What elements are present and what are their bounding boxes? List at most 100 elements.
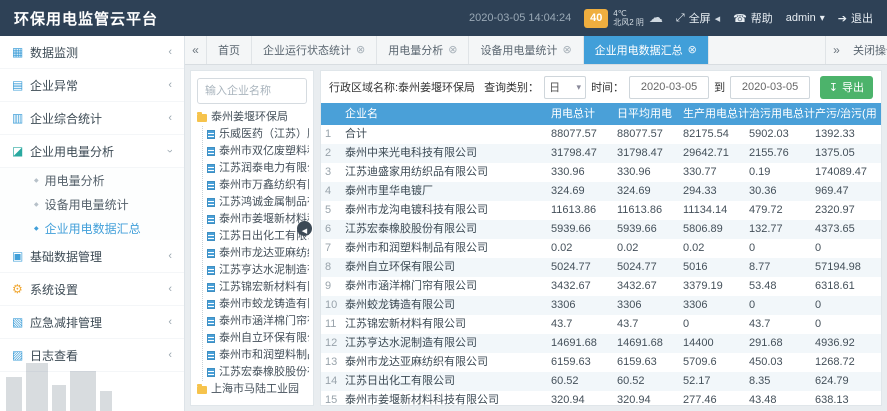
row-number: 9: [321, 277, 345, 296]
calendar-icon: [12, 45, 30, 59]
tabs-scroll-left-button[interactable]: «: [185, 36, 207, 64]
tree-node-company[interactable]: 泰州市涵洋棉门帘有限公司: [207, 313, 309, 330]
daily-average-cell: 3306: [617, 296, 683, 315]
tab[interactable]: 设备用电量统计: [469, 36, 583, 64]
production-power-cell: 3379.19: [683, 277, 749, 296]
user-menu[interactable]: admin: [786, 12, 825, 24]
daily-average-cell: 5024.77: [617, 258, 683, 277]
tab-close-icon[interactable]: [688, 45, 697, 56]
tree-node-company[interactable]: 江苏日出化工有限公司: [207, 228, 309, 245]
query-type-select[interactable]: 日: [544, 76, 586, 99]
tree-node-industrial-park[interactable]: 上海市马陆工业园: [197, 381, 309, 398]
tree-node-company[interactable]: 江苏宏泰橡胶股份有限公司: [207, 364, 309, 381]
table-row[interactable]: 14 江苏日出化工有限公司 60.52 60.52 52.17 8.35 624…: [321, 372, 881, 391]
sidebar-item-label: 应急减排管理: [30, 314, 168, 331]
building-icon: [207, 300, 215, 309]
help-button[interactable]: 帮助: [733, 10, 773, 26]
daily-average-cell: 320.94: [617, 391, 683, 405]
query-type-label: 查询类别：: [484, 79, 539, 95]
table-row[interactable]: 2 泰州中来光电科技有限公司 31798.47 31798.47 29642.7…: [321, 144, 881, 163]
cloud-icon: [649, 9, 663, 27]
date-to-input[interactable]: [730, 76, 810, 99]
daily-average-cell: 88077.57: [617, 125, 683, 144]
company-name-cell: 泰州自立环保有限公司: [345, 258, 551, 277]
column-header: 生产用电总计: [683, 103, 749, 125]
tab-close-icon[interactable]: [356, 45, 365, 56]
table-row[interactable]: 5 泰州市龙沟电镀科技有限公司 11613.86 11613.86 11134.…: [321, 201, 881, 220]
tabs-scroll-right-button[interactable]: »: [825, 36, 847, 64]
tab-close-icon[interactable]: [562, 45, 571, 56]
production-power-cell: 0: [683, 315, 749, 334]
table-row[interactable]: 10 泰州蛟龙铸造有限公司 3306 3306 3306 0 0: [321, 296, 881, 315]
daily-average-cell: 43.7: [617, 315, 683, 334]
tree-node-company[interactable]: 江苏鸿诚金属制品有限公司: [207, 194, 309, 211]
tree-collapse-button[interactable]: [297, 221, 312, 236]
tree-node-bureau[interactable]: 泰州姜堰环保局: [197, 109, 309, 126]
table-row[interactable]: 8 泰州自立环保有限公司 5024.77 5024.77 5016 8.77 5…: [321, 258, 881, 277]
tree-node-company[interactable]: 泰州市万鑫纺织有限公司: [207, 177, 309, 194]
fullscreen-button[interactable]: 全屏: [676, 10, 720, 26]
sidebar-item-data-monitoring[interactable]: 数据监测: [0, 36, 184, 69]
sidebar-item-base-data[interactable]: 基础数据管理: [0, 240, 184, 273]
row-number: 6: [321, 220, 345, 239]
table-row[interactable]: 12 江苏亨达水泥制造有限公司 14691.68 14691.68 14400 …: [321, 334, 881, 353]
table-header: 企业名 用电总计 日平均用电 生产用电总计 治污用电总计 产污/治污(用: [321, 103, 881, 125]
sidebar-item-enterprise-abnormal[interactable]: 企业异常: [0, 69, 184, 102]
building-icon: [207, 283, 215, 292]
company-search-input[interactable]: [197, 78, 307, 104]
table-row[interactable]: 6 江苏宏泰橡胶股份有限公司 5939.66 5939.66 5806.89 1…: [321, 220, 881, 239]
daily-average-cell: 324.69: [617, 182, 683, 201]
sidebar-item-log-view[interactable]: 日志查看: [0, 339, 184, 372]
diamond-bullet-icon: [34, 201, 39, 208]
tree-node-company[interactable]: 泰州市和润塑料制品有限公司: [207, 347, 309, 364]
table-row[interactable]: 15 泰州市姜堰新材料科技有限公司 320.94 320.94 277.46 4…: [321, 391, 881, 405]
export-button[interactable]: 导出: [820, 76, 873, 99]
row-number: 14: [321, 372, 345, 391]
sidebar-item-enterprise-stats[interactable]: 企业综合统计: [0, 102, 184, 135]
tree-node-company[interactable]: 乐威医药（江苏）股份有限公司: [207, 126, 309, 143]
sidebar-subitem-power-analysis[interactable]: 用电量分析: [0, 168, 184, 192]
production-power-cell: 330.77: [683, 163, 749, 182]
daily-average-cell: 0.02: [617, 239, 683, 258]
diamond-bullet-icon: [34, 225, 39, 232]
tab-close-icon[interactable]: [448, 45, 457, 56]
sidebar-item-system-settings[interactable]: 系统设置: [0, 273, 184, 306]
company-name-cell: 泰州市里华电镀厂: [345, 182, 551, 201]
column-header: 用电总计: [551, 103, 617, 125]
tree-node-company[interactable]: 泰州市姜堰新材料科技有限公司: [207, 211, 309, 228]
region-name-label: 行政区域名称:泰州姜堰环保局: [329, 79, 475, 95]
table-row[interactable]: 13 泰州市龙达亚麻纺织有限公司 6159.63 6159.63 5709.6 …: [321, 353, 881, 372]
tree-node-company[interactable]: 江苏锦宏新材料有限公司: [207, 279, 309, 296]
tree-node-company[interactable]: 泰州市龙达亚麻纺织有限公司: [207, 245, 309, 262]
tab[interactable]: 用电量分析: [377, 36, 469, 64]
tab[interactable]: 首页: [207, 36, 252, 64]
table-row[interactable]: 3 江苏迪盛家用纺织品有限公司 330.96 330.96 330.77 0.1…: [321, 163, 881, 182]
tree-node-company[interactable]: 泰州市蛟龙铸造有限公司: [207, 296, 309, 313]
production-power-cell: 294.33: [683, 182, 749, 201]
table-row[interactable]: 4 泰州市里华电镀厂 324.69 324.69 294.33 30.36 96…: [321, 182, 881, 201]
tree-node-company[interactable]: 泰州自立环保有限公司: [207, 330, 309, 347]
table-row[interactable]: 7 泰州市和润塑料制品有限公司 0.02 0.02 0.02 0 0: [321, 239, 881, 258]
logout-button[interactable]: 退出: [838, 10, 873, 26]
row-number: 12: [321, 334, 345, 353]
tab[interactable]: 企业运行状态统计: [252, 36, 377, 64]
sidebar-subitem-enterprise-power-summary[interactable]: 企业用电数据汇总: [0, 216, 184, 240]
production-power-cell: 3306: [683, 296, 749, 315]
table-row[interactable]: 9 泰州市涵洋棉门帘有限公司 3432.67 3432.67 3379.19 5…: [321, 277, 881, 296]
tab[interactable]: 企业用电数据汇总: [584, 36, 709, 64]
table-row[interactable]: 11 江苏锦宏新材料有限公司 43.7 43.7 0 43.7 0: [321, 315, 881, 334]
sidebar-subitem-device-power-stats[interactable]: 设备用电量统计: [0, 192, 184, 216]
tree-node-company[interactable]: 江苏亨达水泥制造有限公司: [207, 262, 309, 279]
production-power-cell: 5709.6: [683, 353, 749, 372]
data-table-panel: 行政区域名称:泰州姜堰环保局 查询类别： 日 时间： 到 导出: [320, 70, 882, 406]
tree-node-company[interactable]: 泰州市双亿废塑料科技生产有限公司: [207, 143, 309, 160]
tree-node-company[interactable]: 江苏润泰电力有限公司: [207, 160, 309, 177]
date-from-input[interactable]: [629, 76, 709, 99]
chart-icon: [12, 144, 30, 158]
table-row[interactable]: 1 合计 88077.57 88077.57 82175.54 5902.03 …: [321, 125, 881, 144]
close-operations-menu[interactable]: 关闭操作: [847, 36, 887, 64]
sidebar-item-emergency-reduction[interactable]: 应急减排管理: [0, 306, 184, 339]
total-power-cell: 31798.47: [551, 144, 617, 163]
sidebar-item-power-analysis[interactable]: 企业用电量分析: [0, 135, 184, 168]
company-name: 泰州市蛟龙铸造有限公司: [219, 296, 309, 313]
